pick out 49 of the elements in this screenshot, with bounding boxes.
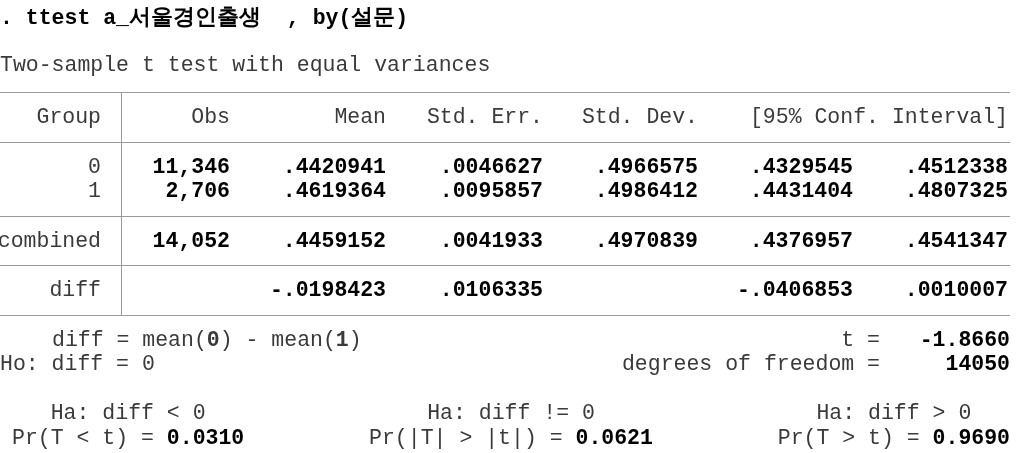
table-cell-text: -.0406853 [735, 278, 853, 303]
table-cell-text: 14,052 [151, 228, 230, 253]
table-cell-text: .0010007 [903, 278, 1008, 303]
alternative-hypothesis: Ha: diff > 0 [816, 401, 972, 426]
probability-label: Pr(T > t) = [777, 425, 921, 450]
table-cell-text: 11,346 [151, 154, 230, 179]
statistic-label: t = [841, 327, 880, 352]
table-cell-text: -.0198423 [268, 278, 386, 303]
probability-value: 0.0621 [575, 425, 653, 450]
probability-value: 0.9690 [932, 425, 1010, 450]
alternative-hypothesis: Ha: diff < 0 [50, 401, 206, 426]
table-cell-text: .4986412 [593, 179, 698, 204]
table-cell-text: .4459152 [281, 228, 386, 253]
alternative-hypothesis: Ha: diff != 0 [427, 401, 595, 426]
column-header: Obs [190, 105, 230, 130]
table-cell-text: .4431404 [748, 179, 853, 204]
column-header: Group [36, 105, 101, 130]
probability-label: Pr(T < t) = [12, 425, 155, 450]
command-line: . ttest a_서울경인출생 , by(설문) [0, 6, 410, 31]
table-cell-text: .4541347 [903, 228, 1008, 253]
probability-label: Pr(|T| > |t|) = [369, 425, 564, 450]
table-cell-text: .4970839 [593, 228, 698, 253]
output-title: Two-sample t test with equal variances [0, 52, 492, 77]
statistic-value: -1.8660 [918, 327, 1010, 352]
statistic-value: 14050 [944, 352, 1010, 377]
probability-value: 0.0310 [166, 425, 245, 450]
column-header: [95% Conf. Interval] [748, 105, 1008, 130]
table-cell-text: .0041933 [438, 228, 543, 253]
table-cell-text: .4807325 [903, 179, 1008, 204]
hypothesis-text: Ho: diff = 0 [0, 352, 155, 377]
table-cell-text: .0106335 [438, 278, 543, 303]
group-label: 1 [88, 179, 101, 204]
statistic-label: degrees of freedom = [621, 352, 880, 377]
table-cell-text: .4329545 [748, 154, 853, 179]
table-cell-text: .4512338 [903, 154, 1008, 179]
table-cell-text: .0046627 [438, 154, 543, 179]
table-cell-text: .4619364 [281, 179, 386, 204]
group-label: diff [49, 278, 101, 303]
table-cell-text: .4420941 [281, 154, 386, 179]
column-header: Std. Err. [425, 105, 543, 130]
table-cell-text: .4376957 [748, 228, 853, 253]
column-header: Mean [333, 105, 386, 130]
group-label: combined [0, 228, 101, 253]
column-header: Std. Dev. [580, 105, 698, 130]
table-cell-text: .4966575 [593, 154, 698, 179]
hypothesis-text: diff = mean(0) - mean(1) [51, 327, 362, 352]
table-cell-text: .0095857 [438, 179, 543, 204]
table-cell-text: 2,706 [164, 179, 230, 204]
group-label: 0 [88, 154, 101, 179]
